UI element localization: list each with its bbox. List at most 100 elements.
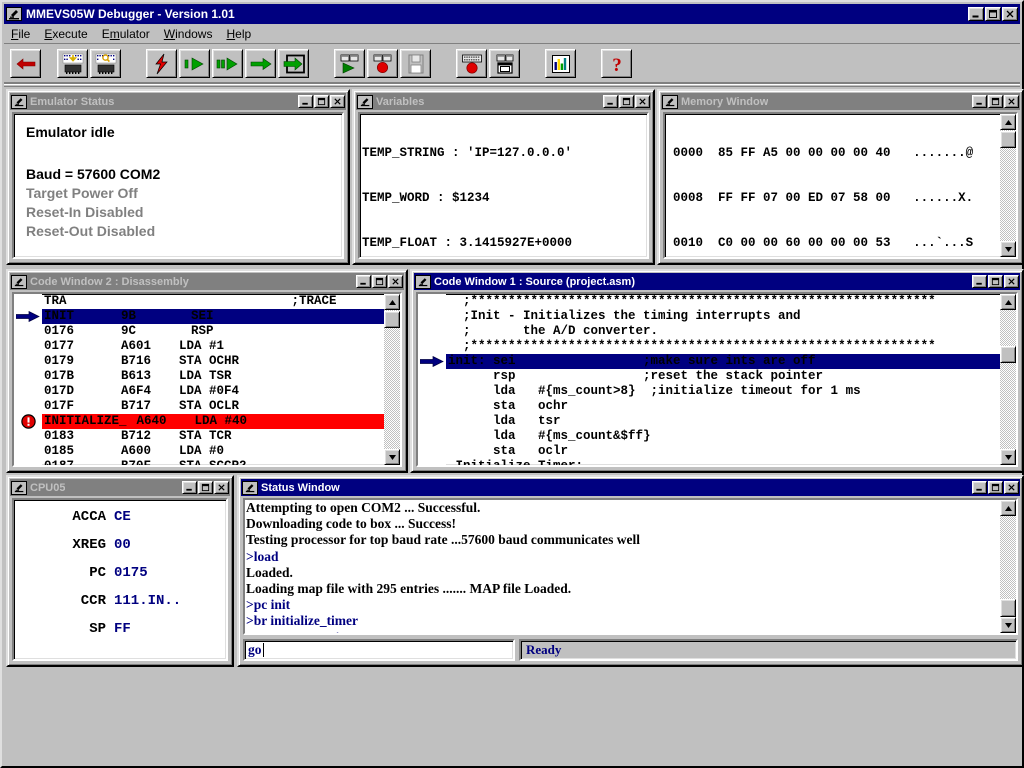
close-button[interactable] (1002, 7, 1018, 21)
minimize-button[interactable] (182, 481, 197, 494)
register-value[interactable]: 00 (114, 537, 131, 553)
menu-item-execute[interactable]: Execute (37, 25, 94, 43)
microscope-icon[interactable] (242, 480, 258, 495)
table-row[interactable]: 0008 FF FF 07 00 ED 07 58 00 ......X. (673, 191, 1016, 206)
close-button[interactable] (330, 95, 345, 108)
close-button[interactable] (635, 95, 650, 108)
table-row[interactable]: 0185 A600 LDA #0 (14, 444, 384, 459)
go-button[interactable] (245, 49, 276, 78)
register-row-acca[interactable]: ACCA CE (14, 509, 226, 537)
scroll-up-button[interactable] (1000, 294, 1016, 310)
menu-item-file[interactable]: File (4, 25, 37, 43)
gutter[interactable] (14, 294, 42, 309)
minimize-button[interactable] (298, 95, 313, 108)
microscope-icon[interactable] (357, 94, 373, 109)
memory-window-button[interactable] (489, 49, 520, 78)
window-memory[interactable]: Memory Window 0000 85 FF A5 00 00 00 00 … (657, 89, 1024, 265)
memory-vertical-scrollbar[interactable] (1000, 114, 1016, 257)
register-value[interactable]: 0175 (114, 565, 148, 581)
gutter[interactable] (418, 339, 446, 354)
go-to-cursor-button[interactable] (278, 49, 309, 78)
table-row[interactable]: sta oclr (418, 444, 1000, 459)
back-arrow-button[interactable] (10, 49, 41, 78)
gutter[interactable] (418, 294, 446, 309)
table-row[interactable]: sta ochr (418, 399, 1000, 414)
close-button[interactable] (1004, 275, 1019, 288)
minimize-button[interactable] (968, 7, 984, 21)
status-vertical-scrollbar[interactable] (1000, 500, 1016, 633)
gutter[interactable] (418, 324, 446, 339)
table-row[interactable]: Initialize_Timer: (418, 459, 1000, 465)
microscope-icon[interactable] (11, 94, 27, 109)
window-emulator-status[interactable]: Emulator Status Emulator idle Baud = 576… (6, 89, 350, 265)
load-chip-button[interactable] (57, 49, 88, 78)
minimize-button[interactable] (356, 275, 371, 288)
menu-item-help[interactable]: Help (219, 25, 258, 43)
table-row[interactable]: lda #{ms_count&$ff} (418, 429, 1000, 444)
microscope-icon[interactable] (11, 480, 27, 495)
maximize-button[interactable] (985, 7, 1001, 21)
list-item[interactable]: TEMP_WORD : $1234 (362, 191, 647, 206)
register-row-xreg[interactable]: XREG 00 (14, 537, 226, 565)
table-row[interactable]: TRA ;TRACE (14, 294, 384, 309)
gutter[interactable] (14, 384, 42, 399)
register-row-ccr[interactable]: CCR 111.IN.. (14, 593, 226, 621)
command-input[interactable]: go (243, 639, 515, 661)
table-row[interactable]: 0183 B712 STA TCR (14, 429, 384, 444)
gutter-pc-arrow[interactable] (14, 309, 42, 324)
window-code2-disassembly[interactable]: Code Window 2 : Disassembly TRA ;TRACE I… (6, 269, 408, 473)
step-over-button[interactable] (212, 49, 243, 78)
window-code1-source[interactable]: Code Window 1 : Source (project.asm) ;**… (410, 269, 1024, 473)
register-value[interactable]: FF (114, 621, 131, 637)
scroll-thumb[interactable] (384, 311, 400, 328)
window-cpu05[interactable]: CPU05 ACCA CE XREG 00 PC 0175 CCR 111.IN… (6, 475, 234, 667)
maximize-button[interactable] (988, 481, 1003, 494)
table-row[interactable]: ;Init - Initializes the timing interrupt… (418, 309, 1000, 324)
table-row-breakpoint[interactable]: INITIALIZE_ A640 LDA #40 (14, 414, 384, 429)
maximize-button[interactable] (988, 275, 1003, 288)
table-row[interactable]: INIT 9B SEI (14, 309, 384, 324)
status-log[interactable]: Attempting to open COM2 ... Successful. … (245, 500, 1000, 633)
scroll-down-button[interactable] (1000, 617, 1016, 633)
gutter[interactable] (418, 429, 446, 444)
microscope-icon[interactable] (415, 274, 431, 289)
table-row-current[interactable]: init: sei ;make sure ints are off (418, 354, 1000, 369)
maximize-button[interactable] (619, 95, 634, 108)
list-item[interactable]: TEMP_STRING : 'IP=127.0.0.0' (362, 146, 647, 161)
close-button[interactable] (1004, 481, 1019, 494)
table-row[interactable]: ; the A/D converter. (418, 324, 1000, 339)
gutter[interactable] (418, 459, 446, 465)
scroll-down-button[interactable] (1000, 241, 1016, 257)
help-button[interactable]: ? (601, 49, 632, 78)
window-variables[interactable]: Variables TEMP_STRING : 'IP=127.0.0.0' T… (352, 89, 655, 265)
menu-item-windows[interactable]: Windows (157, 25, 220, 43)
gutter[interactable] (14, 399, 42, 414)
scroll-down-button[interactable] (384, 449, 400, 465)
close-button[interactable] (214, 481, 229, 494)
gutter[interactable] (14, 324, 42, 339)
verify-chip-button[interactable] (90, 49, 121, 78)
code2-vertical-scrollbar[interactable] (384, 294, 400, 465)
variables-client[interactable]: TEMP_STRING : 'IP=127.0.0.0' TEMP_WORD :… (358, 112, 649, 259)
table-row[interactable]: 017B B613 LDA TSR (14, 369, 384, 384)
register-row-pc[interactable]: PC 0175 (14, 565, 226, 593)
window-status[interactable]: Status Window Attempting to open COM2 ..… (237, 475, 1024, 667)
table-row[interactable]: ;***************************************… (418, 294, 1000, 309)
gutter[interactable] (418, 384, 446, 399)
gutter[interactable] (14, 339, 42, 354)
cpu05-client[interactable]: ACCA CE XREG 00 PC 0175 CCR 111.IN.. SP … (12, 498, 228, 661)
table-row[interactable]: lda #{ms_count>8} ;initialize timeout fo… (418, 384, 1000, 399)
scroll-track[interactable] (384, 310, 400, 449)
maximize-button[interactable] (198, 481, 213, 494)
gutter[interactable] (14, 354, 42, 369)
microscope-icon[interactable] (11, 274, 27, 289)
gutter-breakpoint[interactable] (14, 414, 42, 429)
scroll-up-button[interactable] (1000, 500, 1016, 516)
minimize-button[interactable] (972, 275, 987, 288)
menu-item-emulator[interactable]: Emulator (95, 25, 157, 43)
scroll-up-button[interactable] (1000, 114, 1016, 130)
gutter[interactable] (418, 444, 446, 459)
microscope-icon[interactable] (662, 94, 678, 109)
table-row[interactable]: ;***************************************… (418, 339, 1000, 354)
code1-vertical-scrollbar[interactable] (1000, 294, 1016, 465)
